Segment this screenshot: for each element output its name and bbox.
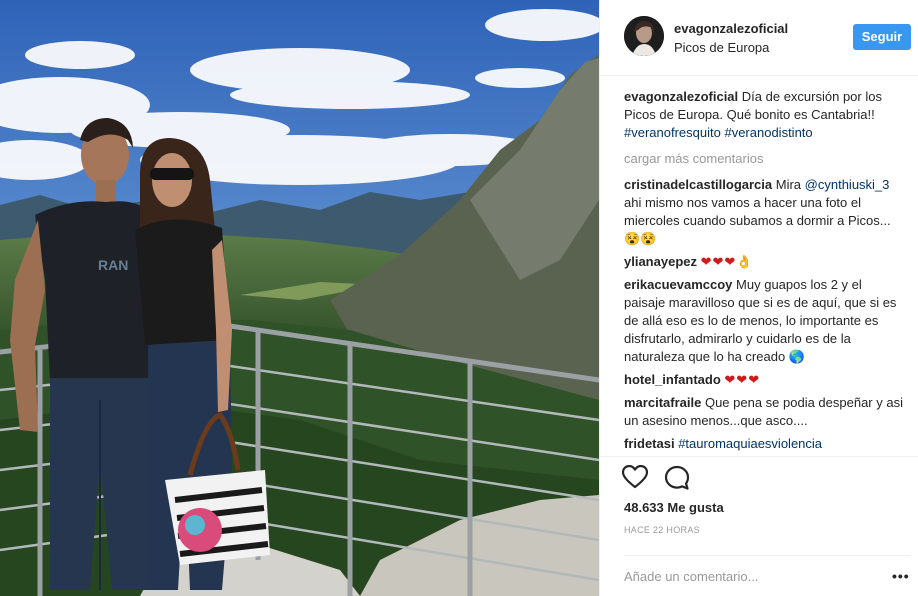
comment-username[interactable]: fridetasi [624,436,675,451]
comment-text: ahi mismo nos vamos a hacer una foto el … [624,195,891,228]
comments-list[interactable]: evagonzalezoficial Día de excursión por … [624,88,904,452]
load-more-comments-button[interactable]: cargar más comentarios [624,150,904,168]
comment: erikacuevamccoy Muy guapos los 2 y el pa… [624,276,904,366]
post-timestamp[interactable]: HACE 22 HORAS [624,525,700,535]
hashtag-link[interactable]: #veranodistinto [724,125,812,140]
add-comment-section: ••• [624,555,911,595]
mention-link[interactable]: @cynthiuski_3 [805,177,890,192]
svg-text:RAN: RAN [98,257,128,273]
follow-button[interactable]: Seguir [853,24,911,50]
comment: fridetasi #tauromaquiaesviolencia [624,435,904,452]
emoji: ❤❤❤👌 [700,254,754,269]
emoji: ❤❤❤ [724,372,761,387]
likes-count[interactable]: 48.633 Me gusta [624,500,724,515]
action-bar: 48.633 Me gusta HACE 22 HORAS ••• [600,456,918,596]
comment-username[interactable]: hotel_infantado [624,372,721,387]
emoji: 😵😵 [624,231,657,246]
comment-username[interactable]: erikacuevamccoy [624,277,732,292]
instagram-post: RAN evagonzalezoficial Picos de Europa S… [0,0,918,596]
hashtag-link[interactable]: #veranofresquito [624,125,721,140]
post-header: evagonzalezoficial Picos de Europa Segui… [600,0,918,76]
location-link[interactable]: Picos de Europa [674,40,769,55]
comment: marcitafraile Que pena se podia despeñar… [624,394,904,430]
avatar[interactable] [624,16,664,56]
comment: ylianayepez ❤❤❤👌 [624,253,904,271]
emoji: 🌎 [788,349,805,364]
post-photo[interactable]: RAN [0,0,599,596]
heart-outline-icon[interactable] [621,464,649,492]
speech-bubble-icon[interactable] [664,465,690,494]
comment-username[interactable]: ylianayepez [624,254,697,269]
comment-username[interactable]: marcitafraile [624,395,701,410]
post-sidebar: evagonzalezoficial Picos de Europa Segui… [599,0,918,596]
comment: cristinadelcastillogarcia Mira @cynthius… [624,176,904,248]
caption: evagonzalezoficial Día de excursión por … [624,88,904,142]
header-username[interactable]: evagonzalezoficial [674,21,788,36]
add-comment-input[interactable] [624,566,874,586]
comment-username[interactable]: cristinadelcastillogarcia [624,177,772,192]
caption-username[interactable]: evagonzalezoficial [624,89,738,104]
comment: hotel_infantado ❤❤❤ [624,371,904,389]
hashtag-link[interactable]: #tauromaquiaesviolencia [678,436,822,451]
comment-text: Mira [775,177,802,192]
more-options-button[interactable]: ••• [892,566,910,586]
